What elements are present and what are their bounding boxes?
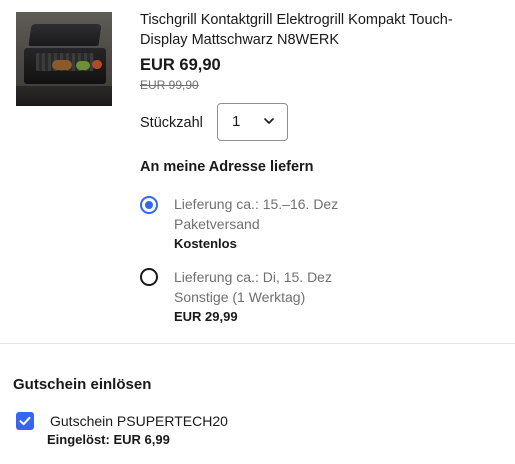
shipping-option-2-cost[interactable]: EUR 29,99 (174, 309, 238, 324)
checkmark-icon (19, 416, 31, 426)
chevron-down-icon (264, 118, 274, 124)
price-current: EUR 69,90 (140, 56, 221, 74)
shipping-option-2-radio[interactable] (140, 268, 158, 286)
price-original: EUR 99,90 (140, 78, 199, 92)
voucher-name[interactable]: Gutschein PSUPERTECH20 (50, 413, 228, 429)
shipping-option-1-delivery[interactable]: Lieferung ca.: 15.–16. Dez (174, 196, 338, 212)
shipping-option-1-cost[interactable]: Kostenlos (174, 236, 237, 251)
voucher-checkbox[interactable] (16, 412, 34, 430)
grill-food (76, 61, 90, 70)
product-title[interactable]: Tischgrill Kontaktgrill Elektrogrill Kom… (140, 10, 500, 50)
quantity-select[interactable]: 1 (217, 103, 288, 141)
grill-plate (36, 53, 102, 71)
shipping-option-1-radio[interactable] (140, 196, 158, 214)
shipping-heading: An meine Adresse liefern (140, 159, 314, 175)
grill-lid (28, 24, 102, 46)
shipping-option-1-method[interactable]: Paketversand (174, 216, 260, 232)
grill-food (52, 60, 72, 70)
quantity-label: Stückzahl (140, 115, 203, 131)
grill-food (92, 60, 102, 69)
product-image[interactable] (16, 12, 112, 106)
quantity-value: 1 (232, 113, 241, 130)
grill-body (24, 48, 106, 84)
shipping-option-2-delivery[interactable]: Lieferung ca.: Di, 15. Dez (174, 269, 332, 285)
counter-top (16, 86, 112, 106)
voucher-heading: Gutschein einlösen (13, 376, 152, 393)
shipping-option-2-method[interactable]: Sonstige (1 Werktag) (174, 289, 305, 305)
voucher-redeemed-amount: Eingelöst: EUR 6,99 (47, 432, 170, 447)
